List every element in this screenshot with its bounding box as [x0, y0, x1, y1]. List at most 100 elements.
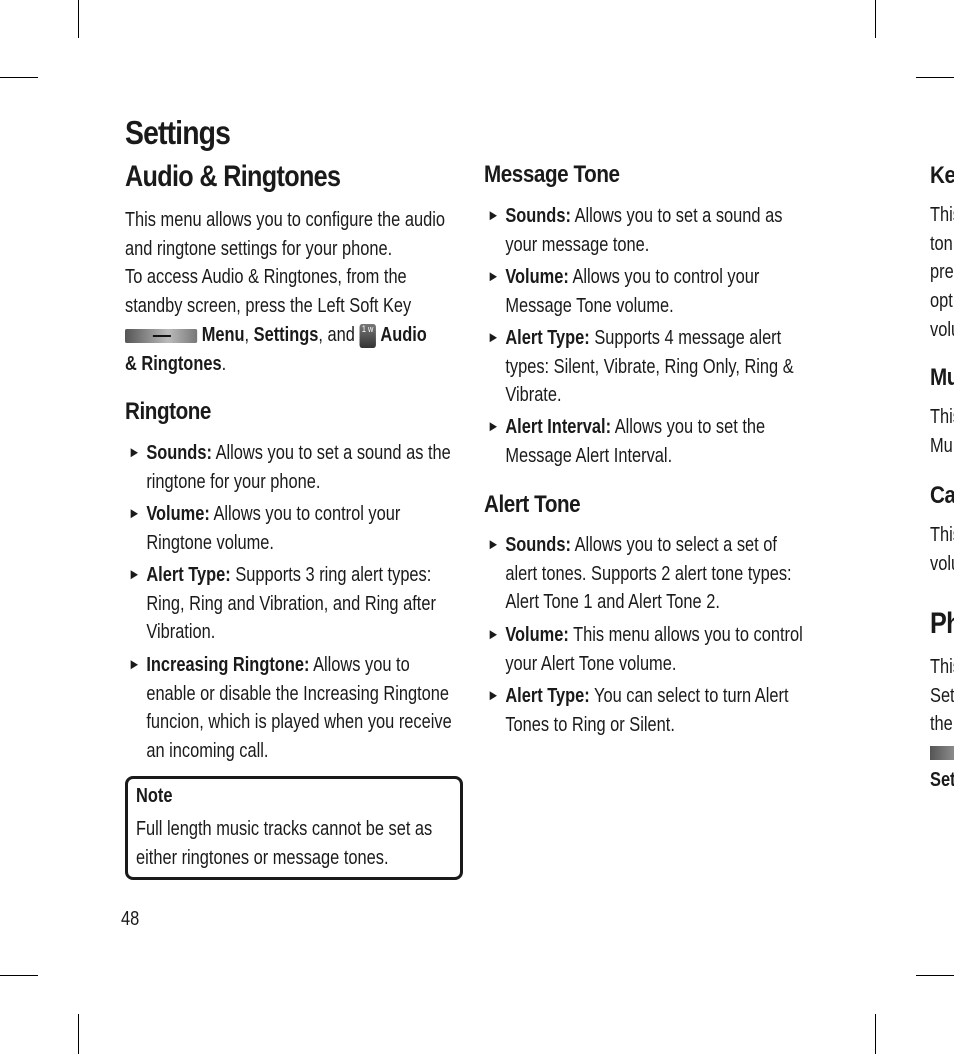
- cut-line: Set: [930, 684, 954, 707]
- bullet-arrow-icon: ►: [487, 536, 500, 553]
- item-line: an incoming call.: [146, 740, 269, 763]
- cut-line: opt: [930, 290, 953, 313]
- bullet-arrow-icon: ►: [487, 687, 500, 704]
- item-line: Ring, Ring and Vibration, and Ring after: [146, 592, 436, 615]
- cut-heading: Ke: [930, 162, 954, 189]
- section-title-message-tone: Message Tone: [484, 161, 620, 188]
- bullet-arrow-icon: ►: [128, 656, 141, 673]
- cut-line: This: [930, 204, 954, 226]
- item-label: Volume:: [146, 503, 210, 525]
- cut-heading: Mu: [930, 364, 954, 391]
- crop-mark: [0, 77, 38, 78]
- crop-mark: [0, 975, 38, 976]
- item-text: Alert Type: Supports 4 message alert type…: [505, 324, 793, 410]
- intro-line: To access Audio & Ringtones, from the: [125, 266, 407, 289]
- cut-line: Set: [930, 769, 954, 791]
- item-line: enable or disable the Increasing Rington…: [146, 682, 450, 705]
- item-line: alert tones. Supports 2 alert tone types…: [505, 562, 792, 585]
- cut-paragraph: This Set the: [930, 653, 954, 739]
- item-text: Alert Type: Supports 3 ring alert types:…: [146, 561, 436, 647]
- crop-mark: [916, 975, 954, 976]
- bullet-arrow-icon: ►: [487, 626, 500, 643]
- bullet-arrow-icon: ►: [487, 207, 500, 224]
- item-line: Alert Type: Supports 4 message alert: [505, 327, 782, 349]
- item-text: Volume: Allows you to control your Messag…: [505, 263, 759, 320]
- soft-key-icon: [930, 746, 954, 760]
- item-text: Increasing Ringtone: Allows you to enable…: [146, 651, 451, 766]
- item-text: Volume: Allows you to control your Ringto…: [146, 500, 400, 557]
- sep: ,: [244, 323, 250, 346]
- cut-line: ton: [930, 232, 953, 255]
- cut-heading: Ph: [930, 607, 954, 640]
- item-line: Message Tone volume.: [505, 294, 674, 317]
- item-label: Sounds:: [505, 205, 571, 227]
- item-line: Alert Type: Supports 3 ring alert types:: [146, 564, 432, 586]
- item-line: Sounds: Allows you to set a sound as: [505, 205, 783, 227]
- item-line: Ringtone volume.: [146, 531, 274, 554]
- left-soft-key-icon: [125, 328, 198, 343]
- sep: .: [221, 352, 227, 375]
- intro-line: and ringtone settings for your phone.: [125, 237, 393, 260]
- bullet-arrow-icon: ►: [128, 566, 141, 583]
- cut-line: This: [930, 656, 954, 678]
- path-audio: Audio: [380, 323, 427, 346]
- item-line: Volume: Allows you to control your: [146, 503, 401, 525]
- item-line: ringtone for your phone.: [146, 470, 321, 493]
- menu-path: Menu, Settings, and 1 w Audio: [125, 321, 445, 350]
- path-ringtones: & Ringtones: [125, 352, 222, 375]
- item-label: Sounds:: [146, 442, 212, 464]
- item-line: Message Alert Interval.: [505, 444, 673, 467]
- item-line: your Alert Tone volume.: [505, 652, 677, 675]
- note-line: either ringtones or message tones.: [136, 846, 389, 869]
- cut-heading: Ca: [930, 482, 954, 509]
- section-title-alert-tone: Alert Tone: [484, 491, 581, 518]
- cut-line: volu: [930, 318, 954, 341]
- path-settings: Settings: [253, 323, 319, 346]
- intro-line: standby screen, press the Left Soft Key: [125, 295, 412, 318]
- bullet-arrow-icon: ►: [487, 418, 500, 435]
- cut-line: pre: [930, 261, 954, 284]
- item-line: your message tone.: [505, 233, 650, 256]
- item-line: Tones to Ring or Silent.: [505, 713, 675, 736]
- bullet-arrow-icon: ►: [128, 444, 141, 461]
- item-label: Alert Type:: [146, 564, 231, 586]
- note-box: Note Full length music tracks cannot be …: [125, 776, 463, 880]
- item-line: Increasing Ringtone: Allows you to: [146, 654, 410, 676]
- item-label: Alert Type:: [505, 685, 590, 707]
- crop-mark: [875, 0, 876, 38]
- bullet-arrow-icon: ►: [128, 505, 141, 522]
- cut-paragraph: This Mu: [930, 403, 954, 460]
- cut-line: volu: [930, 552, 954, 575]
- item-text: Alert Type: You can select to turn Alert…: [505, 682, 788, 739]
- audio-intro: This menu allows you to configure the au…: [125, 206, 445, 378]
- item-label: Volume:: [505, 624, 569, 646]
- cut-line: the: [930, 713, 953, 736]
- item-line: Volume: Allows you to control your: [505, 266, 760, 288]
- note-text: Full length music tracks cannot be set a…: [136, 815, 432, 872]
- item-line: Vibration.: [146, 621, 216, 644]
- section-title-audio: Audio & Ringtones: [125, 160, 341, 193]
- cut-line: This: [930, 524, 954, 546]
- item-line: Alert Interval: Allows you to set the: [505, 416, 766, 438]
- path-menu: Menu: [201, 323, 245, 346]
- cut-paragraph: This volu: [930, 521, 954, 578]
- page-title: Settings: [125, 114, 231, 151]
- item-text: Alert Interval: Allows you to set the Mes…: [505, 413, 765, 470]
- item-line: funcion, which is played when you receiv…: [146, 711, 452, 734]
- intro-line: This menu allows you to configure the au…: [125, 209, 445, 231]
- item-line: Alert Tone 1 and Alert Tone 2.: [505, 591, 720, 614]
- sep: , and: [318, 323, 355, 346]
- item-text: Volume: This menu allows you to control y…: [505, 621, 802, 678]
- item-line: Sounds: Allows you to set a sound as the: [146, 442, 451, 464]
- note-title: Note: [136, 785, 173, 807]
- item-label: Alert Type:: [505, 327, 590, 349]
- item-line: types: Silent, Vibrate, Ring Only, Ring …: [505, 355, 794, 378]
- item-line: Volume: This menu allows you to control: [505, 624, 803, 646]
- item-line: Alert Type: You can select to turn Alert: [505, 685, 789, 707]
- bullet-arrow-icon: ►: [487, 329, 500, 346]
- note-line: Full length music tracks cannot be set a…: [136, 818, 433, 840]
- crop-mark: [78, 0, 79, 38]
- section-title-ringtone: Ringtone: [125, 398, 211, 425]
- item-label: Sounds:: [505, 534, 571, 556]
- crop-mark: [875, 1014, 876, 1054]
